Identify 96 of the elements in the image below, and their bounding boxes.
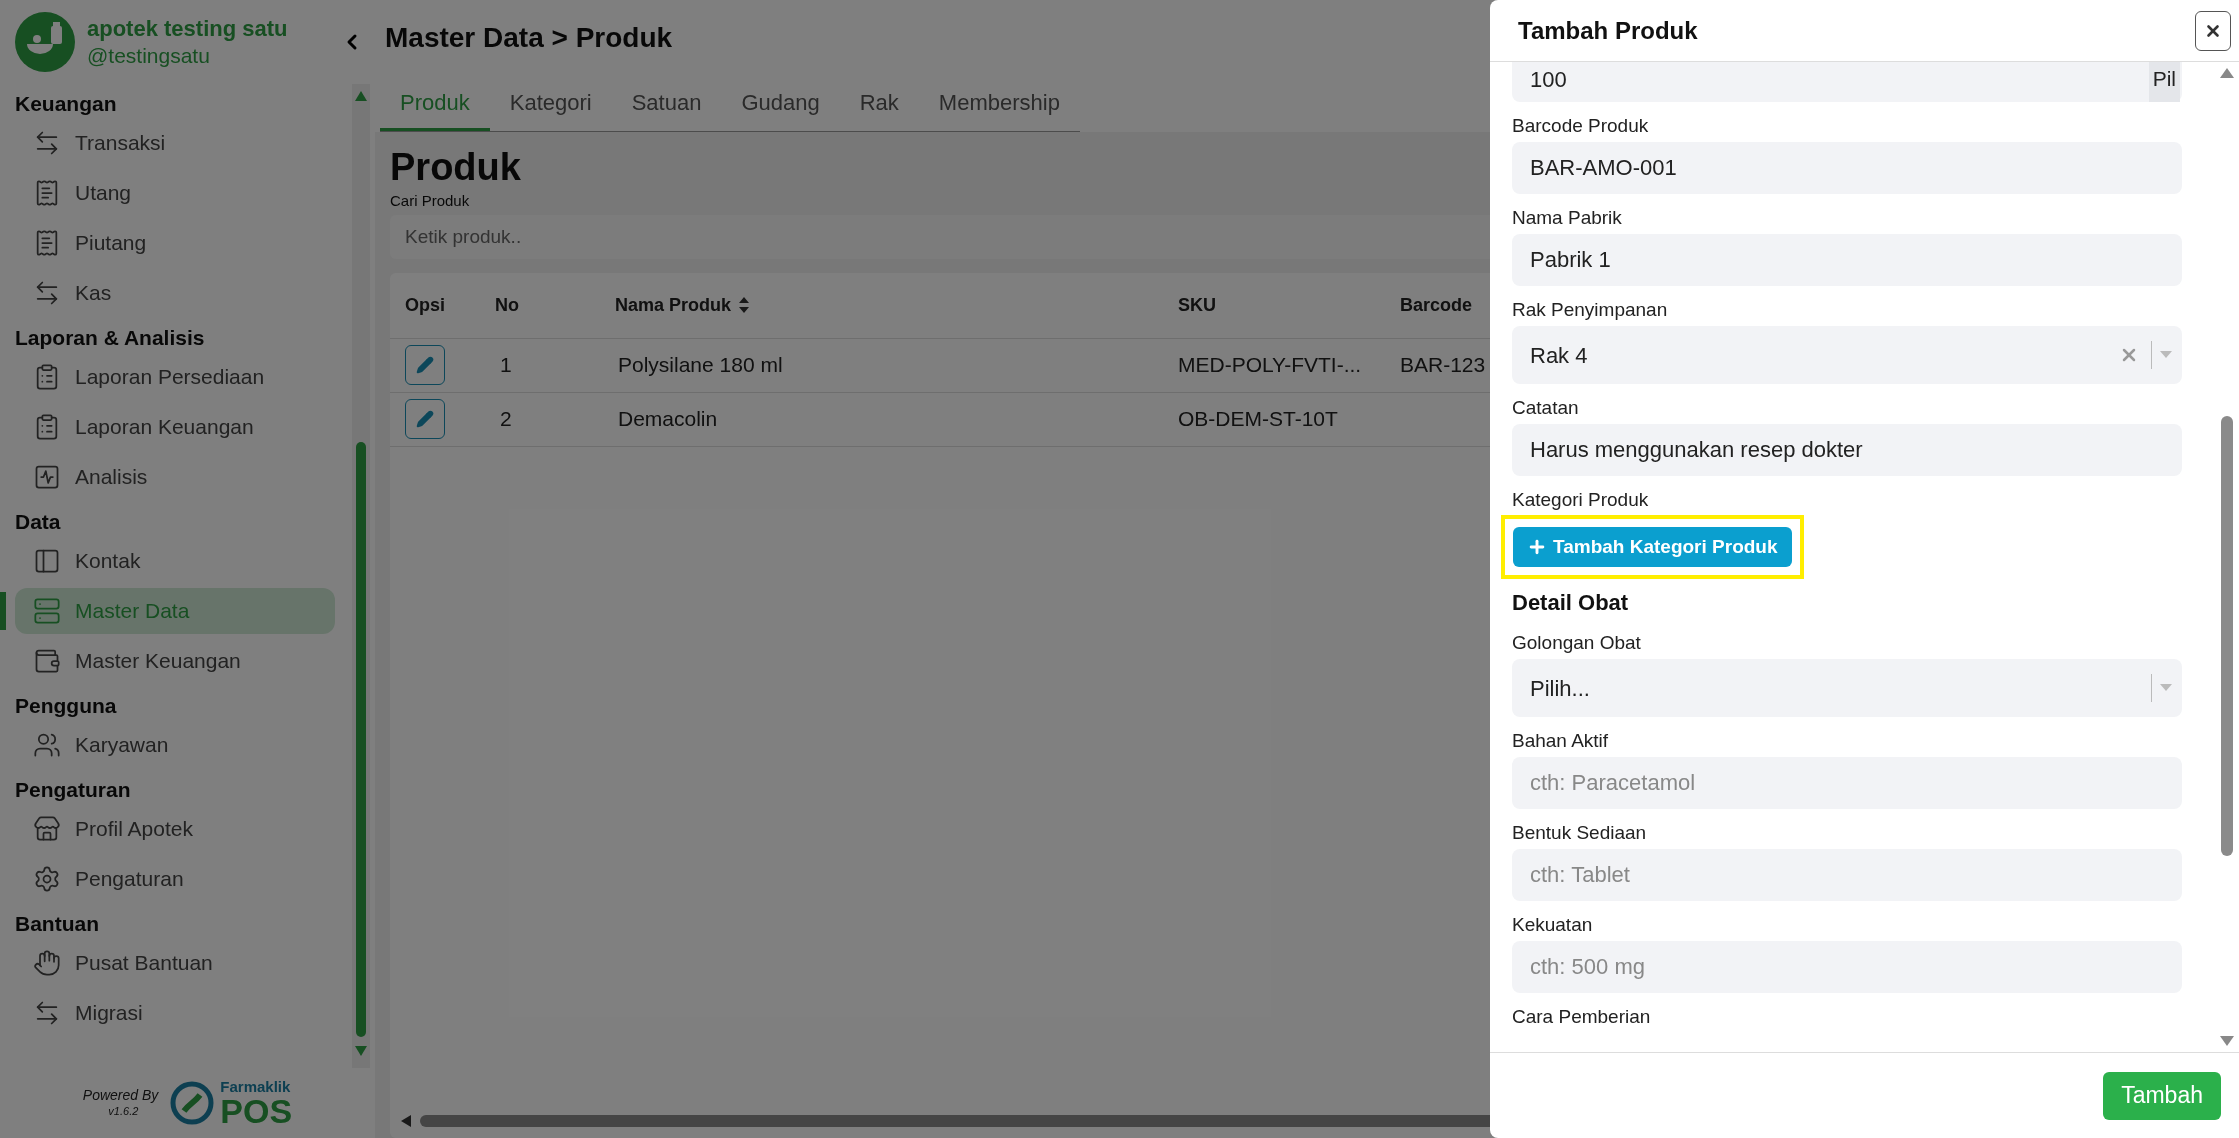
powered-by-text: Powered By xyxy=(82,1087,159,1105)
unit-suffix: Pil xyxy=(2148,62,2180,102)
brand-name: apotek testing satu xyxy=(87,15,288,43)
dropdown-icon[interactable] xyxy=(2160,351,2172,359)
quantity-field[interactable]: 100 Pil xyxy=(1512,62,2182,102)
tab[interactable]: Rak xyxy=(839,76,919,131)
section-heading: Pengguna xyxy=(15,693,118,719)
scroll-left-icon[interactable] xyxy=(400,1114,412,1128)
edit-button[interactable] xyxy=(405,345,445,385)
sidebar-item[interactable]: Kontak xyxy=(15,538,335,584)
sidebar-item[interactable]: Pusat Bantuan xyxy=(15,940,335,986)
submit-button[interactable]: Tambah xyxy=(2103,1071,2221,1120)
sidebar-item[interactable]: Karyawan xyxy=(15,722,335,768)
scroll-down-icon[interactable] xyxy=(2220,1036,2234,1046)
pencil-icon xyxy=(416,356,434,374)
brand-handle: @testingsatu xyxy=(87,42,211,69)
sidebar-item[interactable]: Utang xyxy=(15,170,335,216)
sidebar-item[interactable]: Pengaturan xyxy=(15,856,335,902)
sidebar-item[interactable]: Laporan Persediaan xyxy=(15,354,335,400)
table-cell: 1 xyxy=(500,353,512,377)
plus-icon xyxy=(1527,537,1547,557)
table-cell: 2 xyxy=(500,407,512,431)
scrollbar-thumb[interactable] xyxy=(2221,416,2233,856)
field-label: Kategori Produk xyxy=(1512,489,1649,511)
field-label: Bahan Aktif xyxy=(1512,730,1609,752)
section-heading: Data xyxy=(15,509,62,535)
select-field[interactable]: Pilih... xyxy=(1512,659,2182,717)
sort-icon[interactable] xyxy=(739,297,750,313)
activity-icon xyxy=(33,463,61,491)
sidebar-item[interactable]: Profil Apotek xyxy=(15,806,335,852)
field-label: Kekuatan xyxy=(1512,914,1593,936)
close-button[interactable] xyxy=(2195,10,2231,51)
tab[interactable]: Produk xyxy=(380,76,490,131)
logo-wordmark-top: Farmaklik xyxy=(220,1078,292,1094)
store-icon xyxy=(33,815,61,843)
scroll-up-icon[interactable] xyxy=(2220,68,2234,78)
add-category-button[interactable]: Tambah Kategori Produk xyxy=(1513,527,1792,567)
version-text: v1.6.2 xyxy=(108,1104,139,1119)
input-field[interactable]: cth: Paracetamol xyxy=(1512,757,2182,809)
logo-wordmark-bottom: POS xyxy=(220,1093,293,1128)
column-header: SKU xyxy=(1178,293,1216,317)
settings-icon xyxy=(33,865,61,893)
page-title: Produk xyxy=(390,145,521,190)
drawer-title: Tambah Produk xyxy=(1518,15,1698,46)
input-field[interactable]: BAR-AMO-001 xyxy=(1512,142,2182,194)
column-header: Barcode xyxy=(1400,293,1473,317)
field-label: Catatan xyxy=(1512,397,1579,419)
column-header: Nama Produk xyxy=(615,293,732,317)
input-field[interactable]: Harus menggunakan resep dokter xyxy=(1512,424,2182,476)
scroll-down-icon[interactable] xyxy=(354,1045,368,1057)
section-heading: Bantuan xyxy=(15,911,100,937)
sidebar-item[interactable]: Master Keuangan xyxy=(15,638,335,684)
farmaklik-logo-icon xyxy=(170,1081,215,1125)
table-cell: MED-POLY-FVTI-... xyxy=(1178,353,1362,377)
breadcrumb: Master Data > Produk xyxy=(385,20,673,55)
select-field[interactable]: Rak 4 xyxy=(1512,326,2182,384)
section-heading: Pengaturan xyxy=(15,777,132,803)
sidebar-item[interactable]: Migrasi xyxy=(15,990,335,1036)
table-cell: Demacolin xyxy=(618,407,718,431)
field-label: Golongan Obat xyxy=(1512,632,1641,654)
column-header: No xyxy=(495,293,519,317)
table-cell: Polysilane 180 ml xyxy=(618,353,783,377)
section-heading: Laporan & Analisis xyxy=(15,325,206,351)
panel-icon xyxy=(33,547,61,575)
table-cell: BAR-123 xyxy=(1400,353,1486,377)
section-heading: Keuangan xyxy=(15,91,118,117)
hand-icon xyxy=(33,949,61,977)
pencil-icon xyxy=(416,410,434,428)
wallet-icon xyxy=(33,647,61,675)
sidebar-item[interactable]: Kas xyxy=(15,270,335,316)
input-field[interactable]: cth: 500 mg xyxy=(1512,941,2182,993)
field-label: Barcode Produk xyxy=(1512,115,1649,137)
tab[interactable]: Kategori xyxy=(489,76,612,131)
sidebar-item[interactable]: Transaksi xyxy=(15,120,335,166)
tab[interactable]: Satuan xyxy=(611,76,722,131)
input-field[interactable]: Pabrik 1 xyxy=(1512,234,2182,286)
section-heading: Detail Obat xyxy=(1512,589,1629,617)
sidebar-item[interactable]: Piutang xyxy=(15,220,335,266)
users-icon xyxy=(33,731,61,759)
input-field[interactable]: cth: Tablet xyxy=(1512,849,2182,901)
scrollbar-thumb[interactable] xyxy=(356,442,366,1037)
table-cell: OB-DEM-ST-10T xyxy=(1178,407,1338,431)
server-icon xyxy=(33,597,61,625)
dropdown-icon[interactable] xyxy=(2160,684,2172,692)
sidebar-item[interactable]: Analisis xyxy=(15,454,335,500)
field-label: Bentuk Sediaan xyxy=(1512,822,1647,844)
tab[interactable]: Membership xyxy=(918,76,1080,131)
sidebar-item[interactable]: Laporan Keuangan xyxy=(15,404,335,450)
search-label: Cari Produk xyxy=(390,191,470,211)
column-header: Opsi xyxy=(405,293,445,317)
logo-icon xyxy=(15,12,75,72)
tab[interactable]: Gudang xyxy=(721,76,840,131)
field-label: Rak Penyimpanan xyxy=(1512,299,1668,321)
edit-button[interactable] xyxy=(405,399,445,439)
field-label: Cara Pemberian xyxy=(1512,1006,1651,1028)
scroll-up-icon[interactable] xyxy=(354,90,368,102)
